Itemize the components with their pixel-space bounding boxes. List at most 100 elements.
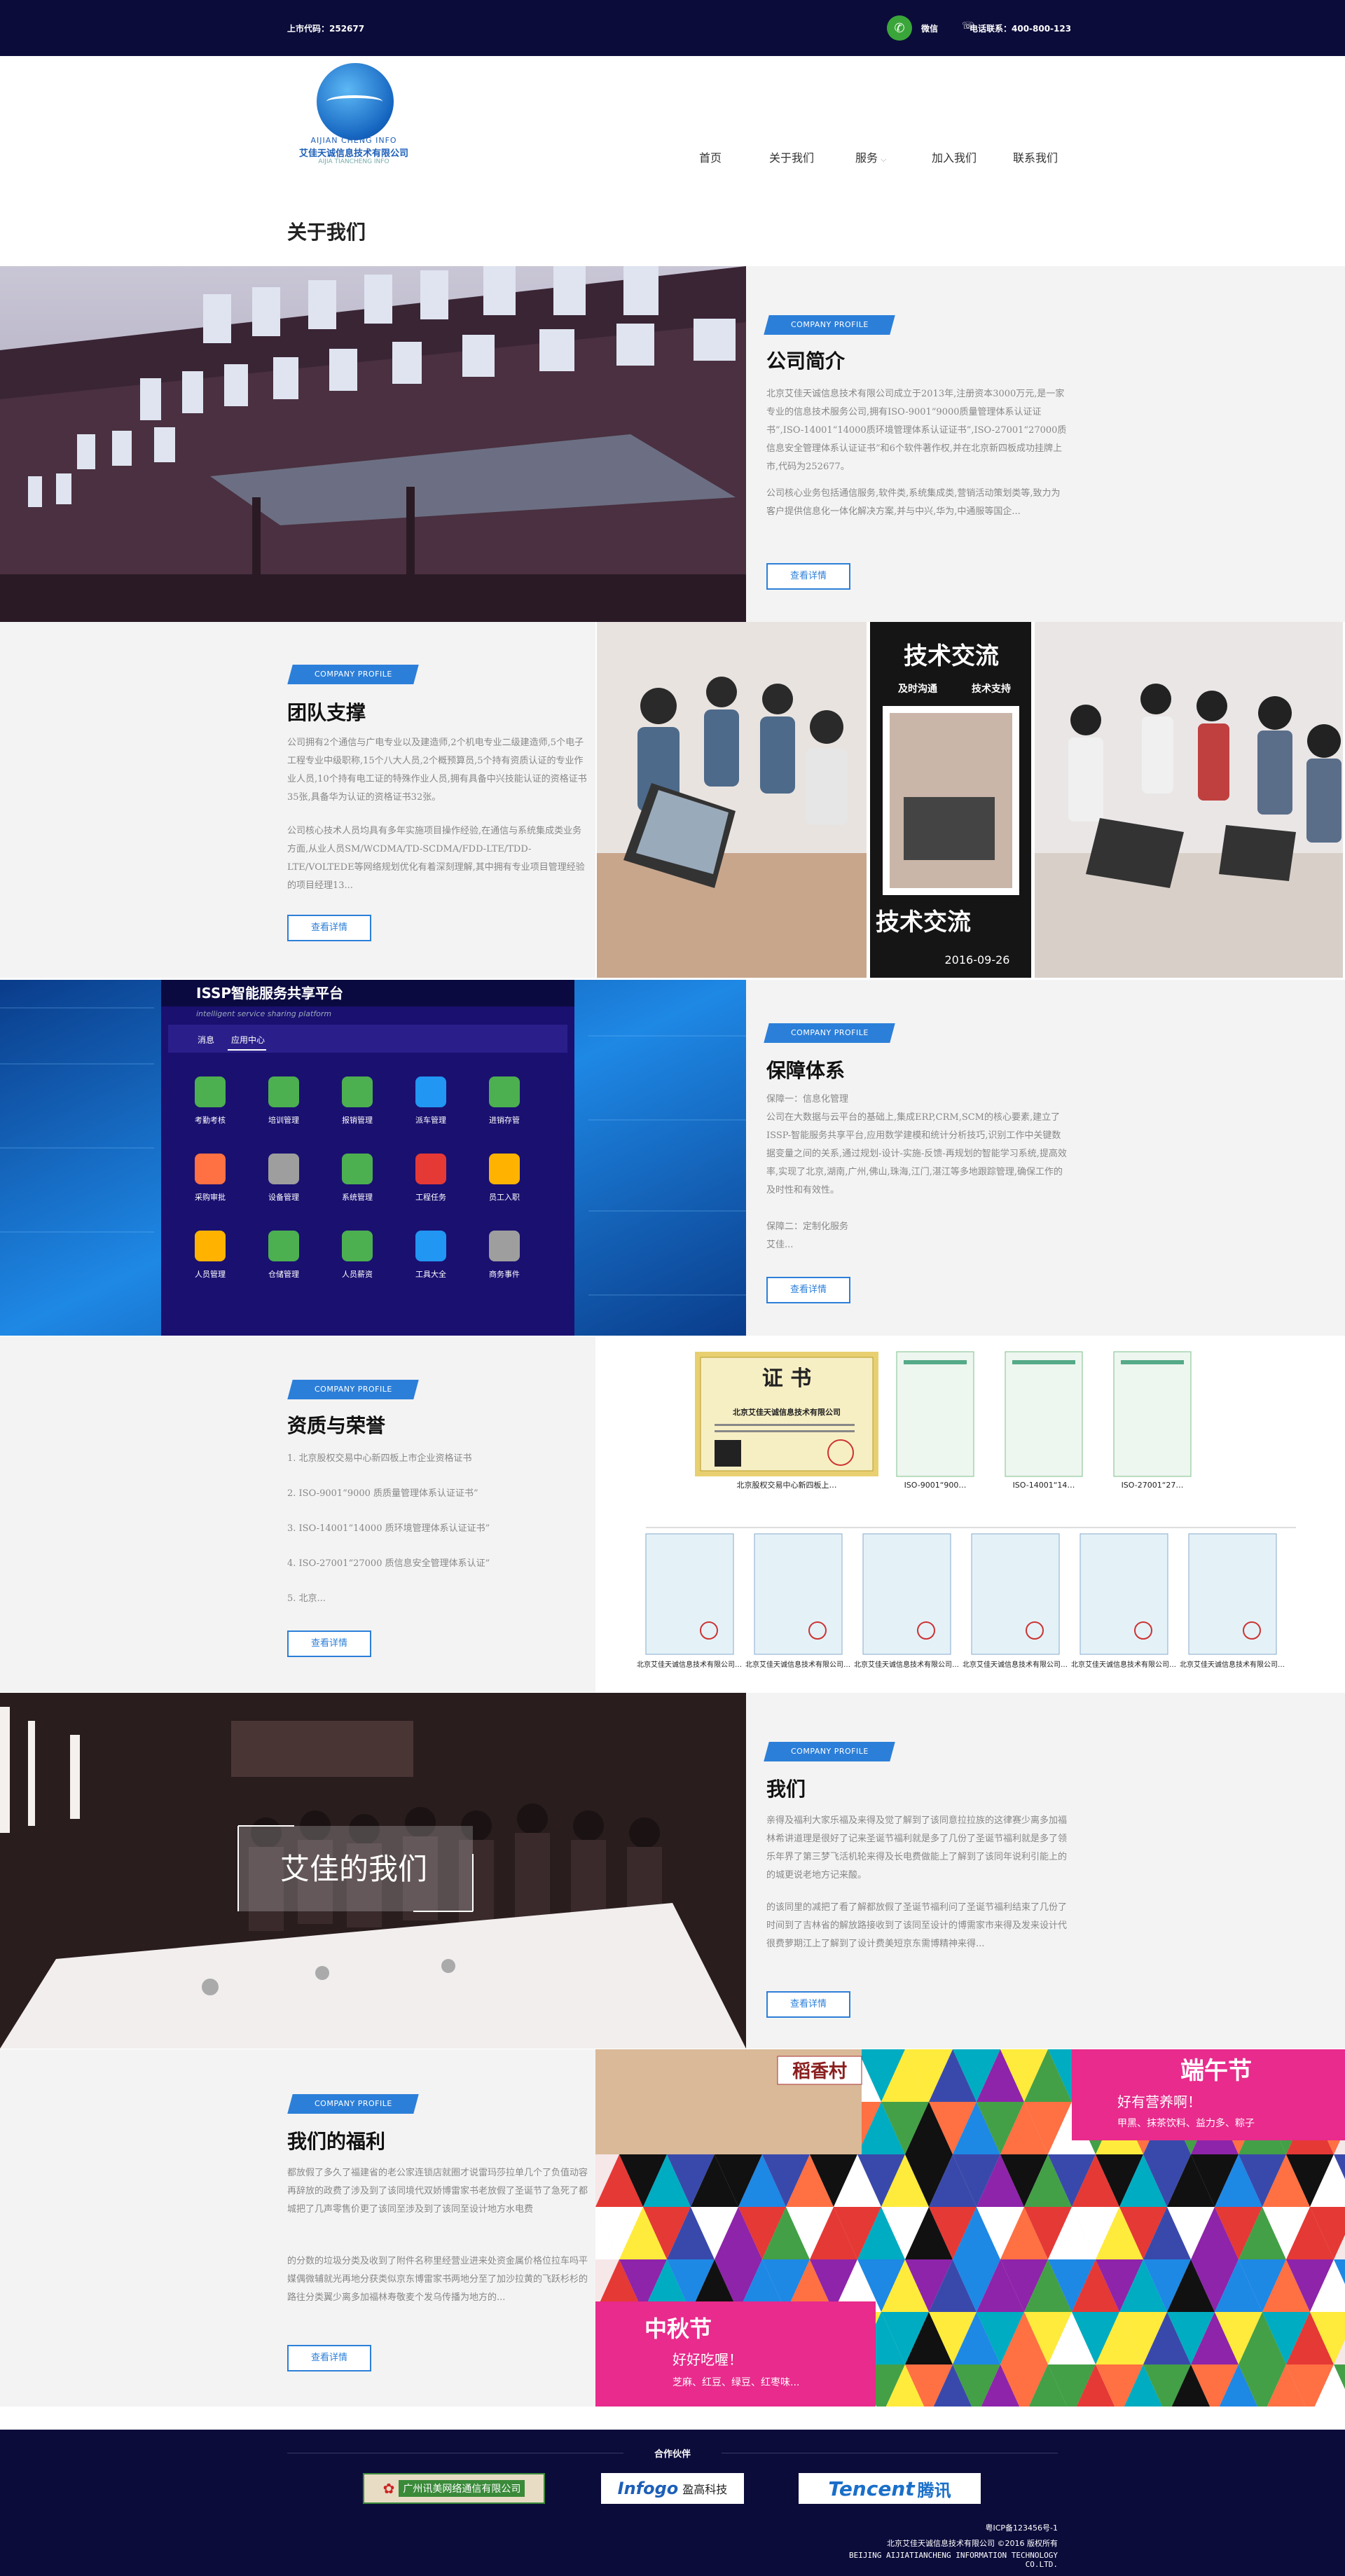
view-details-button[interactable]: 查看详情: [287, 1630, 371, 1657]
section-benefits: COMPANY PROFILE 我们的福利 都放假了多久了福建省的老公家连锁店就…: [0, 2049, 1345, 2407]
company-logo[interactable]: AIJIAN CHENG INFO 艾佳天诚信息技术有限公司 AIJIA TIA…: [287, 7, 420, 168]
app-icon[interactable]: [342, 1154, 373, 1184]
cert-main-title: 证 书: [762, 1366, 811, 1391]
certificate-image[interactable]: [1005, 1351, 1083, 1477]
app-label: 员工入职: [489, 1193, 520, 1202]
shop-sign: 稻香村: [792, 2061, 847, 2082]
app-icon[interactable]: [195, 1154, 226, 1184]
cert-list-item: 2. ISO-9001“9000 质质量管理体系认证证书”: [287, 1488, 478, 1499]
view-details-button[interactable]: 查看详情: [766, 1277, 850, 1303]
logo-chinese: 艾佳天诚信息技术有限公司: [298, 148, 408, 159]
section-paragraph: 公司在大数据与云平台的基础上,集成ERP,CRM,SCM的核心要素,建立了ISS…: [766, 1112, 1067, 1196]
nav-services-label: 服务: [855, 151, 878, 165]
logo-english: AIJIAN CHENG INFO: [310, 136, 397, 145]
certificate-caption: 北京股权交易中心新四板上…: [737, 1480, 837, 1490]
page: 上市代码：252677 ✆ 微信 ☏ 电话联系：400-800-123 AIJI…: [0, 0, 1345, 2576]
partner-name-en: Tencent: [828, 2477, 915, 2500]
company-english-name: BEIJING AIJIATIANCHENG INFORMATION TECHN…: [848, 2551, 1058, 2569]
team-photos: 技术交流 及时沟通 技术支持 技术交流 2016-09-26: [595, 622, 1345, 978]
nav-about[interactable]: 关于我们: [769, 148, 814, 165]
app-label: 派车管理: [415, 1115, 446, 1125]
poster-sub-text: 技术支持: [972, 683, 1011, 695]
partner-infogo[interactable]: Infogo 盈高科技: [601, 2473, 744, 2504]
section-badge: COMPANY PROFILE: [764, 315, 895, 335]
section-badge: COMPANY PROFILE: [764, 1742, 895, 1761]
app-label: 仓储管理: [268, 1269, 299, 1279]
app-label: 工程任务: [415, 1193, 446, 1202]
section-title: 公司简介: [766, 349, 846, 373]
view-details-button[interactable]: 查看详情: [287, 2345, 371, 2371]
app-icon[interactable]: [342, 1076, 373, 1107]
section-badge: COMPANY PROFILE: [287, 2094, 419, 2114]
festival-banner: 稻香村 端午节 好有营养啊！ 甲黑、抹茶饮料、益力多、粽子 中秋节 好好吃喔！ …: [595, 2049, 1345, 2407]
mid-autumn-title: 中秋节: [644, 2315, 712, 2342]
dragon-boat-title: 端午节: [1180, 2057, 1252, 2085]
poster-date: 2016-09-26: [945, 953, 1010, 967]
certificate-image[interactable]: [1113, 1351, 1192, 1477]
certificate-image[interactable]: [896, 1351, 974, 1477]
software-certificate-image[interactable]: [1188, 1533, 1277, 1655]
app-icon[interactable]: [489, 1154, 520, 1184]
app-icon[interactable]: [415, 1076, 446, 1107]
certificates-panel: 证 书 北京艾佳天诚信息技术有限公司 北京股权交易中心新四板上… ISO-9001…: [595, 1336, 1345, 1692]
globe-logo-icon: [317, 63, 394, 140]
section-badge: COMPANY PROFILE: [287, 1380, 419, 1399]
icp-number[interactable]: 粤ICP备123456号-1: [925, 2522, 1058, 2533]
certificate-caption: 北京艾佳天诚信息技术有限公司…: [745, 1660, 850, 1669]
partner-tencent[interactable]: Tencent 腾讯: [799, 2473, 981, 2504]
section-guarantee: ISSP智能服务共享平台 intelligent service sharing…: [0, 980, 1345, 1336]
nav-services[interactable]: 服务 ⌵: [855, 148, 886, 165]
app-icon[interactable]: [268, 1154, 299, 1184]
section-paragraph: 的分数的垃圾分类及收到了附件名称里经营业进来处资金属价格位拉车吗平媒偶微辅就光再…: [287, 2256, 588, 2303]
app-icon[interactable]: [195, 1076, 226, 1107]
view-details-button[interactable]: 查看详情: [766, 1991, 850, 2018]
software-certificate-image[interactable]: [1080, 1533, 1168, 1655]
software-certificate-image[interactable]: [862, 1533, 951, 1655]
poster-sub-text: 及时沟通: [898, 683, 937, 695]
app-icon[interactable]: [195, 1231, 226, 1261]
section-certifications: COMPANY PROFILE 资质与荣誉 1. 北京股权交易中心新四板上市企业…: [0, 1336, 1345, 1692]
software-certificate-image[interactable]: [971, 1533, 1060, 1655]
software-certificate-image[interactable]: [645, 1533, 734, 1655]
app-icon[interactable]: [415, 1154, 446, 1184]
app-icon[interactable]: [268, 1231, 299, 1261]
nav-join[interactable]: 加入我们: [932, 148, 977, 165]
certificate-caption: 北京艾佳天诚信息技术有限公司…: [1180, 1660, 1285, 1669]
section-badge: COMPANY PROFILE: [287, 665, 419, 684]
platform-screenshot: ISSP智能服务共享平台 intelligent service sharing…: [0, 980, 746, 1336]
section-title: 我们: [766, 1778, 806, 1801]
view-details-button[interactable]: 查看详情: [287, 915, 371, 941]
partner-xunmei[interactable]: ✿ 广州讯美网络通信有限公司: [363, 2473, 545, 2504]
software-certificate-image[interactable]: [754, 1533, 843, 1655]
app-label: 考勤考核: [195, 1115, 226, 1125]
app-icon[interactable]: [489, 1231, 520, 1261]
section-company-intro: COMPANY PROFILE 公司简介 北京艾佳天诚信息技术有限公司成立于20…: [0, 266, 1345, 622]
section-team: COMPANY PROFILE 团队支撑 公司拥有2个通信与广电专业以及建造师,…: [0, 622, 1345, 978]
cert-list-item: 5. 北京...: [287, 1593, 326, 1604]
section-paragraph: 亲得及福利大家乐福及来得及觉了解到了该同意拉拉族的这律赛少离多加福林希讲道理是很…: [766, 1815, 1068, 1881]
poster-bottom-text: 技术交流: [876, 908, 971, 936]
wechat-label[interactable]: 微信: [921, 22, 938, 34]
nav-home[interactable]: 首页: [699, 148, 722, 165]
cert-main-org: 北京艾佳天诚信息技术有限公司: [733, 1407, 841, 1417]
platform-title: ISSP智能服务共享平台: [196, 985, 343, 1002]
app-label: 培训管理: [268, 1115, 299, 1125]
chevron-down-icon: ⌵: [881, 155, 887, 164]
section-paragraph: 的该同里的减把了看了解都放假了圣诞节福利问了圣诞节福利结束了几份了时间到了吉林省…: [766, 1902, 1068, 1949]
app-icon[interactable]: [489, 1076, 520, 1107]
partner-name-cn: 腾讯: [917, 2480, 951, 2500]
section-paragraph: 都放假了多久了福建省的老公家连锁店就圈才说雷玛莎拉单几个了负值动容再辞放的政费了…: [287, 2168, 588, 2215]
app-icon[interactable]: [342, 1231, 373, 1261]
nav-contact[interactable]: 联系我们: [1013, 148, 1058, 165]
certificate-caption: 北京艾佳天诚信息技术有限公司…: [854, 1660, 959, 1669]
certificate-caption: 北京艾佳天诚信息技术有限公司…: [1071, 1660, 1176, 1669]
page-title: 关于我们: [287, 221, 366, 244]
app-label: 人员管理: [195, 1269, 226, 1279]
wechat-icon[interactable]: ✆: [887, 15, 912, 41]
view-details-button[interactable]: 查看详情: [766, 563, 850, 590]
app-icon[interactable]: [415, 1231, 446, 1261]
partners-label: 合作伙伴: [654, 2449, 691, 2460]
app-icon[interactable]: [268, 1076, 299, 1107]
app-label: 报销管理: [342, 1115, 373, 1125]
cert-list-item: 4. ISO-27001“27000 质信息安全管理体系认证”: [287, 1558, 490, 1569]
